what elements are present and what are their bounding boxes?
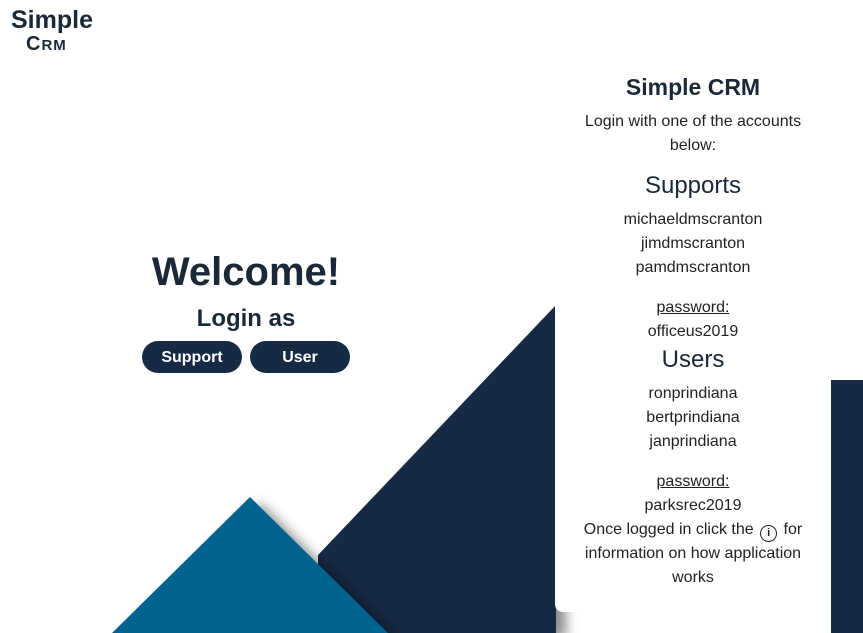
- logo-simple-text: Simple: [11, 6, 93, 34]
- info-note-before: Once logged in click the: [583, 521, 754, 538]
- logo-crm-c: C: [26, 33, 42, 55]
- support-account: michaeldmscranton: [623, 211, 763, 228]
- card-title: Simple CRM: [625, 74, 761, 100]
- users-password-label: password:: [656, 473, 730, 490]
- welcome-title: Welcome!: [151, 250, 341, 294]
- logo-crm-text: CRM: [26, 34, 93, 54]
- support-account: jimdmscranton: [640, 235, 746, 252]
- users-password: parksrec2019: [644, 497, 742, 514]
- support-login-button[interactable]: Support: [142, 341, 242, 373]
- support-account: pamdmscranton: [635, 259, 751, 276]
- app-logo[interactable]: Simple CRM: [11, 6, 93, 55]
- login-page: Simple CRM Welcome! Login as Support Use…: [0, 0, 863, 633]
- supports-heading: Supports: [644, 172, 742, 199]
- user-login-button[interactable]: User: [250, 341, 350, 373]
- users-heading: Users: [661, 346, 725, 373]
- logo-crm-rest: RM: [41, 37, 67, 54]
- user-account: bertprindiana: [646, 409, 740, 426]
- login-buttons: Support User: [96, 341, 396, 373]
- card-instructions: Login with one of the accounts below:: [584, 113, 802, 154]
- supports-password-label: password:: [656, 299, 730, 316]
- accounts-card: Simple CRM Login with one of the account…: [555, 62, 831, 612]
- user-account: janprindiana: [649, 433, 737, 450]
- info-note: Once logged in click the i for informati…: [573, 518, 813, 590]
- navy-mountain-right: [831, 380, 863, 633]
- welcome-panel: Welcome! Login as Support User: [96, 246, 396, 373]
- supports-password: officeus2019: [647, 323, 739, 340]
- user-account: ronprindiana: [648, 385, 738, 402]
- login-as-label: Login as: [196, 305, 296, 332]
- info-icon: i: [760, 525, 778, 542]
